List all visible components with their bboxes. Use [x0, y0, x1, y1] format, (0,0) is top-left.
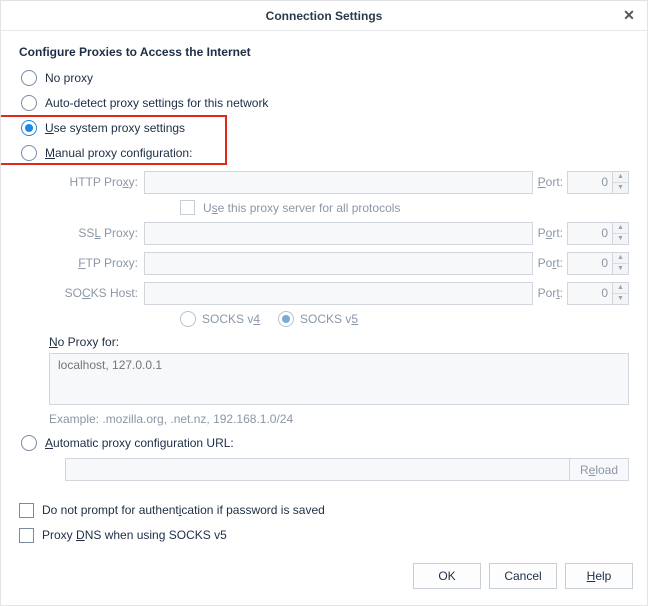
port-label: Port:: [533, 286, 567, 300]
ftp-proxy-label: FTP Proxy:: [49, 256, 144, 270]
http-proxy-row: HTTP Proxy: Port: ▲▼: [49, 170, 629, 194]
use-all-protocols-row[interactable]: Use this proxy server for all protocols: [180, 200, 629, 215]
use-all-label: Use this proxy server for all protocols: [203, 201, 400, 215]
dialog-content: Configure Proxies to Access the Internet…: [1, 31, 647, 557]
chevron-up-icon: ▲: [613, 253, 628, 264]
port-label: Port:: [533, 256, 567, 270]
bottom-options: Do not prompt for authentication if pass…: [19, 499, 629, 546]
radio-label: Use system proxy settings: [45, 121, 185, 135]
ftp-proxy-input[interactable]: [144, 252, 533, 275]
ssl-port-input[interactable]: [567, 222, 613, 245]
checkbox-proxy-dns[interactable]: Proxy DNS when using SOCKS v5: [19, 524, 629, 546]
help-button[interactable]: Help: [565, 563, 633, 589]
radio-icon: [21, 145, 37, 161]
radio-icon: [21, 435, 37, 451]
radio-manual[interactable]: Manual proxy configuration:: [21, 142, 629, 164]
close-icon[interactable]: ✕: [619, 5, 639, 25]
reload-button[interactable]: Reload: [570, 458, 629, 481]
checkbox-icon: [19, 528, 34, 543]
connection-settings-dialog: Connection Settings ✕ Configure Proxies …: [0, 0, 648, 606]
chevron-up-icon: ▲: [613, 223, 628, 234]
no-proxy-textarea[interactable]: [49, 353, 629, 405]
no-proxy-block: No Proxy for: Example: .mozilla.org, .ne…: [49, 335, 629, 426]
proxy-fields: HTTP Proxy: Port: ▲▼ Use this proxy serv…: [49, 170, 629, 327]
radio-label: Manual proxy configuration:: [45, 146, 192, 160]
http-proxy-input[interactable]: [144, 171, 533, 194]
titlebar: Connection Settings ✕: [1, 1, 647, 31]
radio-no-proxy[interactable]: No proxy: [21, 67, 629, 89]
pac-url-input[interactable]: [65, 458, 570, 481]
ftp-port-input[interactable]: [567, 252, 613, 275]
section-heading: Configure Proxies to Access the Internet: [19, 45, 629, 59]
cancel-button[interactable]: Cancel: [489, 563, 557, 589]
checkbox-icon: [180, 200, 195, 215]
ftp-proxy-row: FTP Proxy: Port: ▲▼: [49, 251, 629, 275]
radio-icon: [21, 70, 37, 86]
radio-icon: [180, 311, 196, 327]
socks-version-row: SOCKS v4 SOCKS v5: [180, 311, 629, 327]
checkbox-label: Do not prompt for authentication if pass…: [42, 503, 325, 517]
radio-auto-detect[interactable]: Auto-detect proxy settings for this netw…: [21, 92, 629, 114]
chevron-down-icon: ▼: [613, 264, 628, 274]
http-proxy-label: HTTP Proxy:: [49, 175, 144, 189]
no-proxy-label: No Proxy for:: [49, 335, 629, 349]
radio-pac[interactable]: Automatic proxy configuration URL:: [21, 432, 629, 454]
checkbox-label: Proxy DNS when using SOCKS v5: [42, 528, 227, 542]
pac-url-row: Reload: [65, 458, 629, 481]
chevron-down-icon: ▼: [613, 234, 628, 244]
port-label: Port:: [533, 226, 567, 240]
socks-host-row: SOCKS Host: Port: ▲▼: [49, 281, 629, 305]
radio-icon: [278, 311, 294, 327]
radio-label: No proxy: [45, 71, 93, 85]
chevron-down-icon: ▼: [613, 183, 628, 193]
no-proxy-example: Example: .mozilla.org, .net.nz, 192.168.…: [49, 412, 629, 426]
chevron-up-icon: ▲: [613, 283, 628, 294]
socks-host-input[interactable]: [144, 282, 533, 305]
socks-v4-label: SOCKS v4: [202, 312, 260, 326]
checkbox-no-prompt-auth[interactable]: Do not prompt for authentication if pass…: [19, 499, 629, 521]
port-spinner[interactable]: ▲▼: [613, 171, 629, 194]
port-spinner[interactable]: ▲▼: [613, 252, 629, 275]
radio-icon: [21, 95, 37, 111]
checkbox-icon: [19, 503, 34, 518]
ok-button[interactable]: OK: [413, 563, 481, 589]
chevron-up-icon: ▲: [613, 172, 628, 183]
socks-port-input[interactable]: [567, 282, 613, 305]
radio-label: Auto-detect proxy settings for this netw…: [45, 96, 268, 110]
port-label: Port:: [533, 175, 567, 189]
radio-label: Automatic proxy configuration URL:: [45, 436, 234, 450]
ssl-proxy-input[interactable]: [144, 222, 533, 245]
port-spinner[interactable]: ▲▼: [613, 222, 629, 245]
socks-host-label: SOCKS Host:: [49, 286, 144, 300]
button-bar: OK Cancel Help: [1, 557, 647, 605]
chevron-down-icon: ▼: [613, 294, 628, 304]
radio-socks-v5[interactable]: SOCKS v5: [278, 311, 358, 327]
radio-icon: [21, 120, 37, 136]
http-port-input[interactable]: [567, 171, 613, 194]
window-title: Connection Settings: [266, 9, 383, 23]
port-spinner[interactable]: ▲▼: [613, 282, 629, 305]
socks-v5-label: SOCKS v5: [300, 312, 358, 326]
radio-socks-v4[interactable]: SOCKS v4: [180, 311, 260, 327]
ssl-proxy-label: SSL Proxy:: [49, 226, 144, 240]
ssl-proxy-row: SSL Proxy: Port: ▲▼: [49, 221, 629, 245]
radio-use-system[interactable]: Use system proxy settings: [21, 117, 629, 139]
